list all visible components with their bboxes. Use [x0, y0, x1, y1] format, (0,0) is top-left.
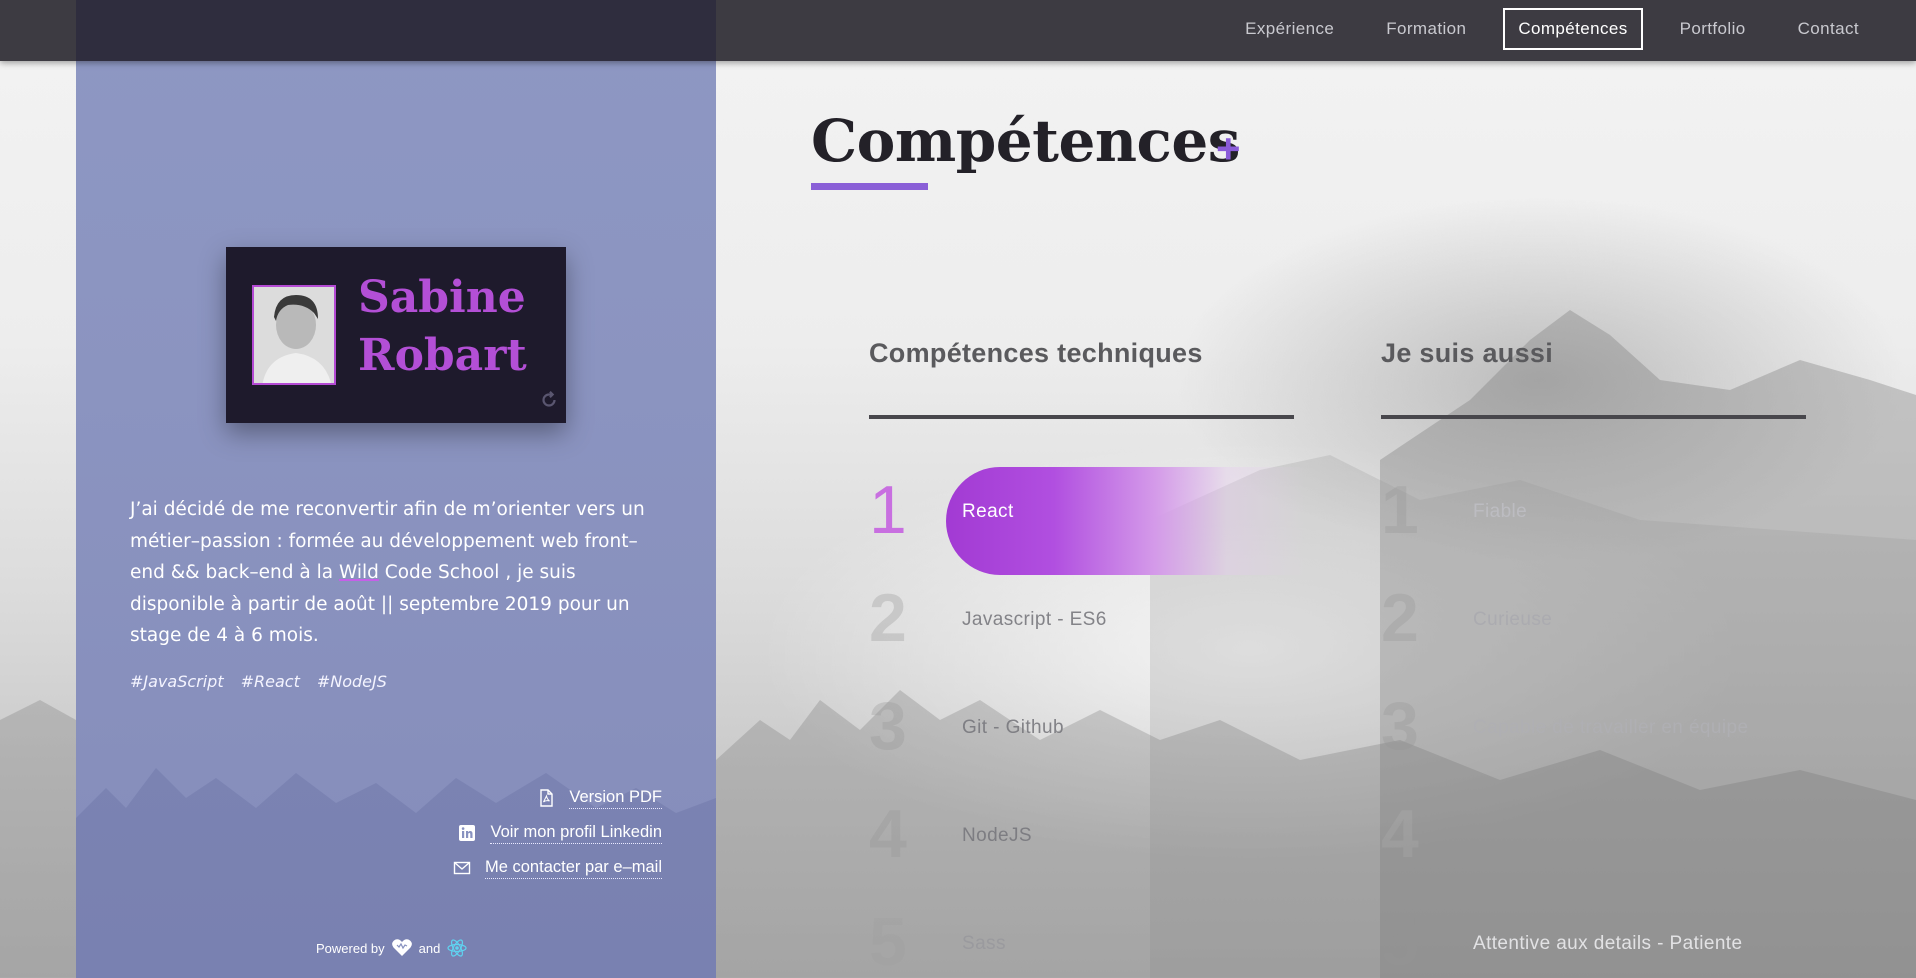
nav-competences[interactable]: Compétences: [1503, 8, 1643, 50]
skill-label: NodeJS: [962, 825, 1032, 846]
skill-label: Capable de travailler en équipe: [1473, 717, 1749, 738]
skill-number: 5: [1381, 904, 1419, 978]
skill-label: Git - Github: [962, 717, 1064, 738]
powered-and-label: and: [418, 940, 441, 956]
soft-skill-item-curieuse[interactable]: 2 Curieuse: [1381, 564, 1806, 672]
mail-icon: [453, 861, 471, 875]
last-name: Robart: [358, 330, 527, 381]
email-link[interactable]: Me contacter par e–mail: [453, 855, 662, 881]
skill-number: 1: [869, 472, 907, 548]
bio-text: J’ai décidé de me reconvertir afin de m’…: [130, 494, 650, 652]
skill-item-nodejs[interactable]: 4 NodeJS: [869, 780, 1294, 888]
title-underline: [811, 183, 928, 190]
hashtags: #JavaScript #React #NodeJS: [130, 672, 387, 691]
pdf-file-icon: [540, 789, 554, 807]
top-navbar: Expérience Formation Compétences Portfol…: [0, 0, 1916, 61]
heart-icon: [391, 939, 412, 956]
skill-number: 3: [1381, 688, 1419, 764]
skill-number: 5: [869, 904, 907, 978]
skill-label: Javascript - ES6: [962, 609, 1107, 630]
plus-icon[interactable]: +: [1216, 125, 1241, 173]
skill-number: 4: [869, 796, 907, 872]
refresh-icon[interactable]: [538, 389, 560, 411]
tag-nodejs: #NodeJS: [316, 672, 387, 691]
skill-item-sass[interactable]: 5 Sass: [869, 888, 1294, 978]
profile-photo: [252, 285, 336, 385]
nav-formation[interactable]: Formation: [1371, 8, 1481, 50]
nav-contact[interactable]: Contact: [1783, 8, 1874, 50]
profile-card: Sabine Robart: [226, 247, 566, 423]
linkedin-link-label[interactable]: Voir mon profil Linkedin: [490, 823, 662, 844]
section-title: Compétences: [811, 107, 1240, 175]
soft-skills-column: Je suis aussi 1 Fiable 2 Curieuse 3 Capa…: [1381, 338, 1806, 978]
pdf-link-label[interactable]: Version PDF: [569, 788, 662, 809]
soft-skill-item-attentive[interactable]: 5 Attentive aux details - Patiente: [1381, 888, 1806, 978]
skill-number: 2: [869, 580, 907, 656]
email-link-label[interactable]: Me contacter par e–mail: [485, 858, 662, 879]
skill-item-react[interactable]: 1 React: [869, 456, 1306, 575]
soft-skills-title: Je suis aussi: [1381, 338, 1554, 368]
first-name: Sabine: [358, 272, 526, 323]
skill-label: Fiable: [1473, 501, 1528, 522]
skill-label: React: [962, 501, 1014, 522]
soft-skill-item-4[interactable]: 4: [1381, 780, 1806, 888]
profile-name: Sabine Robart: [358, 269, 527, 385]
skills-section: Compétences + Compétences techniques 1 R…: [716, 61, 1916, 978]
topbar-sidebar-segment: [76, 0, 716, 61]
nav-portfolio[interactable]: Portfolio: [1665, 8, 1761, 50]
react-icon: [447, 939, 467, 957]
skill-item-git[interactable]: 3 Git - Github: [869, 672, 1294, 780]
profile-links: Version PDF Voir mon profil Linkedin Me …: [453, 785, 662, 881]
tag-react: #React: [240, 672, 300, 691]
technical-skills-title: Compétences techniques: [869, 338, 1203, 368]
pdf-link[interactable]: Version PDF: [537, 785, 662, 811]
powered-by-label: Powered by: [316, 940, 385, 956]
soft-skill-item-equipe[interactable]: 3 Capable de travailler en équipe: [1381, 672, 1806, 780]
skill-number: 2: [1381, 580, 1419, 656]
skill-item-javascript[interactable]: 2 Javascript - ES6: [869, 564, 1294, 672]
skill-number: 4: [1381, 796, 1419, 872]
skill-number: 1: [1381, 472, 1419, 548]
profile-sidebar: Sabine Robart J’ai décidé de me reconver…: [76, 61, 716, 978]
main-nav: Expérience Formation Compétences Portfol…: [1230, 8, 1874, 50]
bio-highlight: Wild: [338, 562, 379, 583]
column-divider: [869, 415, 1294, 419]
skill-label: Curieuse: [1473, 609, 1553, 630]
tag-javascript: #JavaScript: [130, 672, 224, 691]
powered-by: Powered by and: [316, 937, 468, 959]
technical-skills-column: Compétences techniques 1 React 2 Javascr…: [869, 338, 1306, 978]
skill-number: 3: [869, 688, 907, 764]
linkedin-link[interactable]: Voir mon profil Linkedin: [458, 820, 662, 846]
skill-label: Sass: [962, 933, 1006, 954]
linkedin-icon: [459, 825, 476, 841]
skill-label: Attentive aux details - Patiente: [1473, 933, 1743, 954]
soft-skill-item-fiable[interactable]: 1 Fiable: [1381, 456, 1806, 564]
column-divider: [1381, 415, 1806, 419]
nav-experience[interactable]: Expérience: [1230, 8, 1349, 50]
